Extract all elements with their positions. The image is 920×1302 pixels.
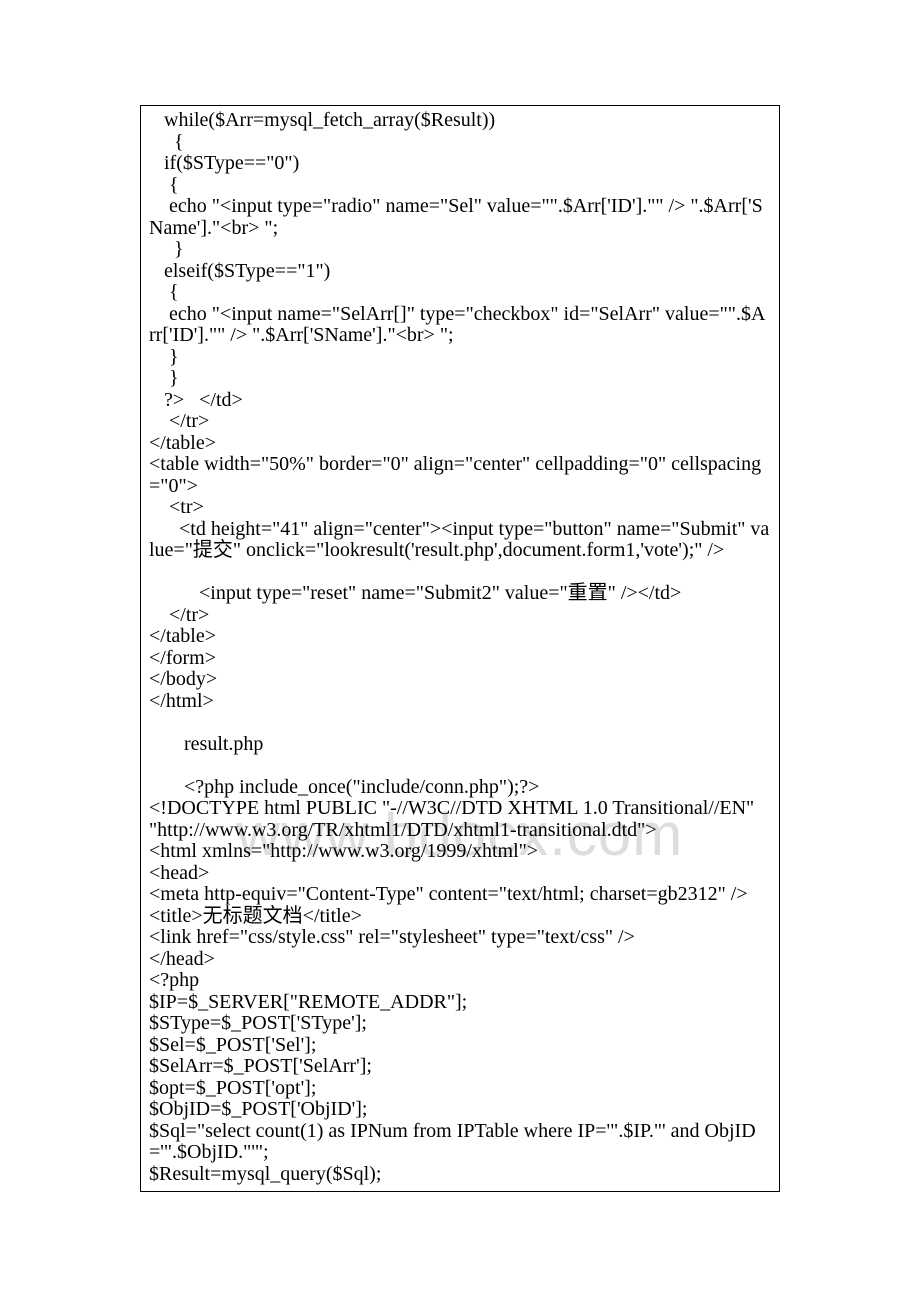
code-line: </head> <box>149 949 771 971</box>
code-line: <meta http-equiv="Content-Type" content=… <box>149 884 771 906</box>
code-line: <table width="50%" border="0" align="cen… <box>149 454 771 497</box>
code-line: $Result=mysql_query($Sql); <box>149 1164 771 1186</box>
code-line: } <box>149 239 771 261</box>
code-line: </body> <box>149 669 771 691</box>
code-line: } <box>149 368 771 390</box>
code-line: </table> <box>149 433 771 455</box>
code-line: while($Arr=mysql_fetch_array($Result)) <box>149 110 771 132</box>
code-lines-container: while($Arr=mysql_fetch_array($Result)) {… <box>149 110 771 1185</box>
code-line: <title>无标题文档</title> <box>149 906 771 928</box>
code-line: </table> <box>149 626 771 648</box>
code-line: <tr> <box>149 497 771 519</box>
code-line: $Sel=$_POST['Sel']; <box>149 1035 771 1057</box>
code-line: } <box>149 347 771 369</box>
code-line: $ObjID=$_POST['ObjID']; <box>149 1099 771 1121</box>
code-line: $SType=$_POST['SType']; <box>149 1013 771 1035</box>
code-line: { <box>149 282 771 304</box>
code-line: { <box>149 132 771 154</box>
code-line: elseif($SType=="1") <box>149 261 771 283</box>
code-line: echo "<input name="SelArr[]" type="check… <box>149 304 771 347</box>
code-line: <link href="css/style.css" rel="styleshe… <box>149 927 771 949</box>
code-line: echo "<input type="radio" name="Sel" val… <box>149 196 771 239</box>
code-line: </form> <box>149 648 771 670</box>
code-line: <td height="41" align="center"><input ty… <box>149 519 771 562</box>
code-line: <!DOCTYPE html PUBLIC "-//W3C//DTD XHTML… <box>149 798 771 841</box>
blank-line <box>149 712 771 734</box>
blank-line <box>149 562 771 584</box>
code-line: <input type="reset" name="Submit2" value… <box>149 583 771 605</box>
code-line: </tr> <box>149 605 771 627</box>
code-line: <html xmlns="http://www.w3.org/1999/xhtm… <box>149 841 771 863</box>
code-line: result.php <box>149 734 771 756</box>
code-line: </tr> <box>149 411 771 433</box>
code-line: $opt=$_POST['opt']; <box>149 1078 771 1100</box>
code-line: $Sql="select count(1) as IPNum from IPTa… <box>149 1121 771 1164</box>
code-document-box: while($Arr=mysql_fetch_array($Result)) {… <box>140 105 780 1192</box>
code-line: { <box>149 175 771 197</box>
code-line: <?php <box>149 970 771 992</box>
code-line: $SelArr=$_POST['SelArr']; <box>149 1056 771 1078</box>
code-line: </html> <box>149 691 771 713</box>
blank-line <box>149 755 771 777</box>
code-line: if($SType=="0") <box>149 153 771 175</box>
code-line: ?> </td> <box>149 390 771 412</box>
code-line: $IP=$_SERVER["REMOTE_ADDR"]; <box>149 992 771 1014</box>
code-line: <?php include_once("include/conn.php");?… <box>149 777 771 799</box>
code-line: <head> <box>149 863 771 885</box>
